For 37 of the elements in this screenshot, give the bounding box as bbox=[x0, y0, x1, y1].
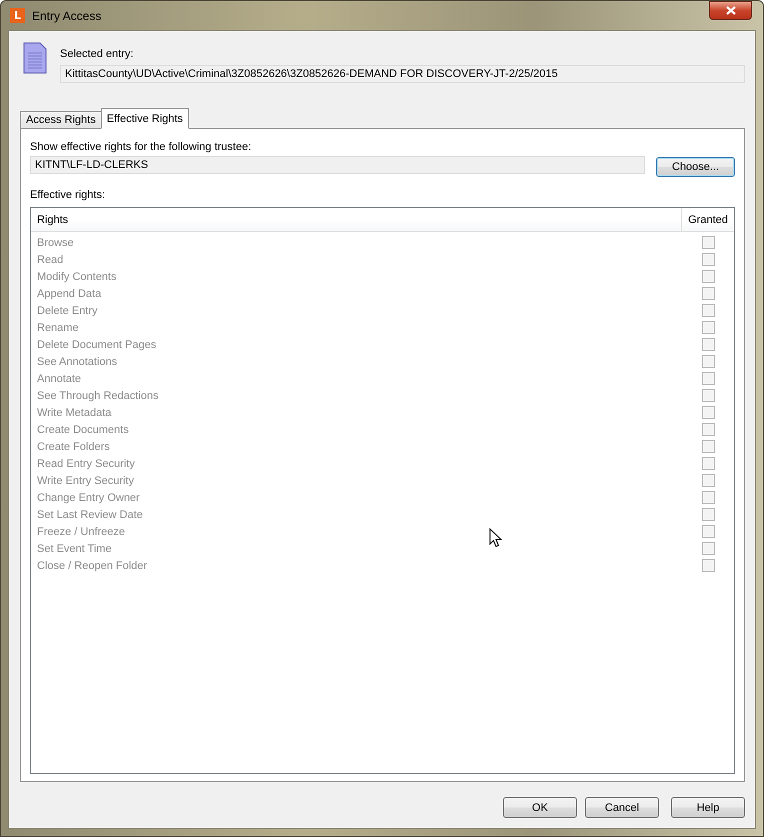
dialog-button[interactable]: Help bbox=[671, 797, 745, 818]
close-button[interactable] bbox=[709, 1, 752, 20]
app-logo: L bbox=[10, 8, 25, 23]
dialog-button[interactable]: Cancel bbox=[585, 797, 659, 818]
right-name: Create Documents bbox=[36, 424, 130, 436]
right-name: Set Last Review Date bbox=[36, 508, 144, 520]
selected-entry-label: Selected entry: bbox=[60, 48, 134, 60]
right-name: Browse bbox=[36, 236, 75, 248]
right-name: Write Entry Security bbox=[36, 474, 135, 486]
right-name: Set Event Time bbox=[36, 542, 113, 554]
right-name: Read Entry Security bbox=[36, 458, 136, 470]
right-name: Delete Entry bbox=[36, 304, 99, 316]
right-name: Close / Reopen Folder bbox=[36, 560, 148, 572]
right-name: Read bbox=[36, 254, 64, 266]
dialog-button[interactable]: OK bbox=[503, 797, 577, 818]
right-name: Append Data bbox=[36, 288, 102, 300]
window-title: Entry Access bbox=[32, 8, 102, 22]
effective-rights-label: Effective rights: bbox=[30, 189, 106, 201]
trustee-field[interactable]: KITNT\LF-LD-CLERKS bbox=[30, 156, 646, 174]
right-name: Modify Contents bbox=[36, 270, 118, 282]
right-name: Freeze / Unfreeze bbox=[36, 526, 126, 538]
right-name: Annotate bbox=[36, 372, 82, 384]
tab[interactable]: Effective Rights bbox=[100, 108, 189, 129]
document-icon bbox=[23, 42, 47, 74]
right-name: See Through Redactions bbox=[36, 390, 160, 402]
trustee-label: Show effective rights for the following trustee: bbox=[30, 141, 252, 153]
right-name: Create Folders bbox=[36, 440, 111, 452]
choose-button[interactable]: Choose... bbox=[656, 157, 735, 177]
entry-path-field[interactable]: KittitasCounty\UD\Active\Criminal\3Z0852626\3Z0852626-DEMAND FOR DISCOVERY-JT-2/25/2015 bbox=[60, 65, 745, 83]
close-icon bbox=[726, 6, 736, 15]
right-name: Write Metadata bbox=[36, 406, 112, 418]
right-name: See Annotations bbox=[36, 356, 118, 368]
tab[interactable]: Access Rights bbox=[20, 111, 102, 129]
right-name: Delete Document Pages bbox=[36, 338, 158, 350]
mouse-cursor-icon bbox=[489, 528, 502, 548]
right-name: Change Entry Owner bbox=[36, 492, 141, 504]
right-name: Rename bbox=[36, 322, 80, 334]
